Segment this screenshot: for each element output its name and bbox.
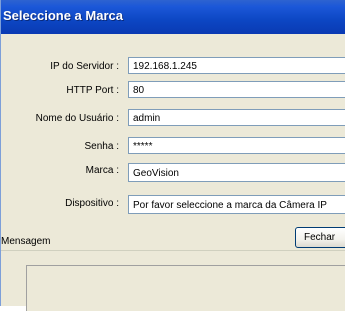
server-ip-row: IP do Servidor : 192.168.1.245	[1, 57, 345, 79]
username-label: Nome do Usuário :	[35, 113, 119, 124]
title-bar[interactable]: Seleccione a Marca	[1, 0, 345, 34]
http-port-label: HTTP Port :	[66, 85, 119, 96]
close-button[interactable]: Fechar	[295, 227, 345, 248]
brand-selection-dialog: Seleccione a Marca IP do Servidor : 192.…	[0, 0, 345, 311]
password-input[interactable]: *****	[128, 137, 345, 154]
brand-label: Marca :	[85, 165, 119, 176]
brand-select[interactable]: GeoVision	[128, 163, 345, 182]
message-box	[26, 265, 345, 311]
password-row: Senha : *****	[1, 137, 345, 159]
password-label: Senha :	[84, 141, 119, 152]
window-title: Seleccione a Marca	[3, 8, 123, 23]
username-input[interactable]: admin	[128, 109, 345, 126]
device-label: Dispositivo :	[65, 198, 119, 209]
http-port-row: HTTP Port : 80	[1, 81, 345, 103]
server-ip-label: IP do Servidor :	[50, 61, 119, 72]
device-select[interactable]: Por favor seleccione a marca da Câmera I…	[128, 195, 345, 214]
server-ip-input[interactable]: 192.168.1.245	[128, 57, 345, 74]
brand-row: Marca : GeoVision	[1, 163, 345, 185]
http-port-input[interactable]: 80	[128, 81, 345, 98]
message-label: Mensagem	[1, 236, 51, 247]
username-row: Nome do Usuário : admin	[1, 109, 345, 131]
device-row: Dispositivo : Por favor seleccione a mar…	[1, 195, 345, 217]
